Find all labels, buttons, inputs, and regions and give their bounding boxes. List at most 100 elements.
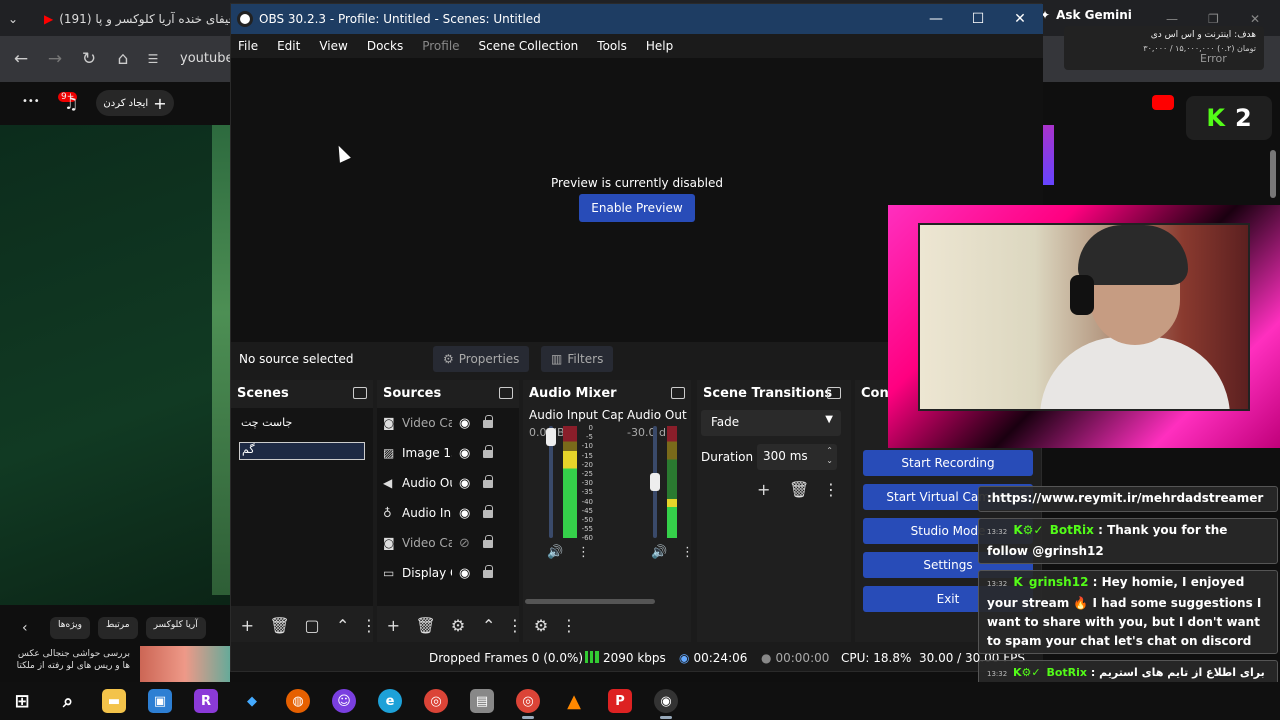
scene-more-icon[interactable]: ⋮	[361, 615, 377, 635]
eye-icon[interactable]: ◉	[459, 446, 470, 461]
tab-list-icon[interactable]: ⌄	[8, 6, 30, 32]
chrome-icon[interactable]: ◎	[424, 689, 448, 713]
obs-title-bar[interactable]: OBS 30.2.3 - Profile: Untitled - Scenes:…	[231, 4, 1043, 34]
sources-popout-icon[interactable]	[499, 387, 513, 399]
file-explorer-icon[interactable]: ▬	[102, 689, 126, 713]
bell-icon[interactable]: ♫	[64, 94, 78, 113]
video-thumbnail[interactable]	[140, 646, 230, 682]
move-up-icon[interactable]: ⌃	[334, 615, 351, 635]
transition-select[interactable]: Fade ▼	[701, 410, 841, 436]
add-transition-icon[interactable]: +	[757, 480, 770, 499]
mixer-scrollbar[interactable]	[525, 599, 655, 604]
filters-button[interactable]: ▥ Filters	[541, 346, 614, 372]
edge-icon[interactable]: e	[378, 689, 402, 713]
eye-icon[interactable]: ◉	[459, 566, 470, 581]
properties-button[interactable]: ⚙ Properties	[433, 346, 530, 372]
scenes-popout-icon[interactable]	[353, 387, 367, 399]
source-row[interactable]: ◀ Audio Ou ◉	[383, 472, 505, 494]
browser-tab-youtube[interactable]: ▶ (191) فیفای خنده آریا کلوکسر و پا...	[44, 6, 230, 32]
fader-knob-input[interactable]	[546, 428, 556, 446]
source-row[interactable]: ◙ Video Ca ◉	[383, 412, 505, 434]
source-settings-icon[interactable]: ⚙	[450, 615, 467, 635]
youtube-logo-icon[interactable]	[1152, 95, 1174, 110]
lock-icon[interactable]	[483, 415, 493, 428]
ask-gemini-button[interactable]: ✦ Ask Gemini	[1040, 8, 1132, 22]
menu-scene-collection[interactable]: Scene Collection	[479, 39, 579, 53]
eye-icon[interactable]: ◉	[459, 506, 470, 521]
window-icon[interactable]: ▤	[470, 689, 494, 713]
home-icon[interactable]: ⌂	[110, 46, 136, 72]
source-more-icon[interactable]: ⋮	[507, 615, 523, 635]
eye-icon[interactable]: ◉	[459, 416, 470, 431]
mixer-more-icon[interactable]: ⋮	[561, 615, 577, 635]
lock-icon[interactable]	[483, 565, 493, 578]
discord-icon[interactable]: ☺	[332, 689, 356, 713]
scene-item-selected[interactable]: گم	[239, 442, 365, 460]
menu-dots-icon[interactable]: •••	[22, 96, 40, 107]
app-icon[interactable]: ◆	[240, 689, 264, 713]
menu-edit[interactable]: Edit	[277, 39, 300, 53]
menu-file[interactable]: File	[238, 39, 258, 53]
channel-menu-icon[interactable]: ⋮	[681, 545, 694, 560]
duration-input[interactable]: 300 ms ⌃ ⌄	[757, 444, 837, 470]
remove-transition-icon[interactable]: 🗑	[789, 480, 809, 499]
create-button[interactable]: ایجاد کردن +	[96, 90, 174, 116]
chip-featured[interactable]: ویژه‌ها	[50, 617, 91, 639]
address-bar[interactable]: youtube	[180, 51, 233, 66]
search-icon[interactable]: ⌕	[56, 689, 80, 713]
lock-icon[interactable]	[483, 535, 493, 548]
source-row[interactable]: ▭ Display C ◉	[383, 562, 505, 584]
channel-menu-icon[interactable]: ⋮	[577, 545, 590, 560]
source-row[interactable]: ♁ Audio In ◉	[383, 502, 505, 524]
speaker-icon[interactable]: 🔊	[547, 545, 563, 560]
spinner-icon[interactable]: ⌃ ⌄	[826, 446, 833, 466]
maximize-icon[interactable]: ☐	[957, 4, 999, 34]
vlc-icon[interactable]: ▲	[562, 689, 586, 713]
fader-knob-output[interactable]	[650, 473, 660, 491]
site-info-icon[interactable]: ☰	[146, 46, 160, 72]
mixer-settings-icon[interactable]: ⚙	[531, 615, 551, 635]
menu-profile[interactable]: Profile	[422, 39, 459, 53]
source-row[interactable]: ▨ Image 13 ◉	[383, 442, 505, 464]
start-recording-button[interactable]: Start Recording	[863, 450, 1033, 476]
lock-icon[interactable]	[483, 445, 493, 458]
chip-related[interactable]: مرتبط	[98, 617, 138, 639]
transitions-popout-icon[interactable]	[827, 387, 841, 399]
chip-aria[interactable]: آریا کلوکسر	[145, 617, 206, 639]
menu-tools[interactable]: Tools	[597, 39, 627, 53]
lock-icon[interactable]	[483, 475, 493, 488]
chevron-left-icon[interactable]: ‹	[22, 620, 28, 636]
speaker-icon[interactable]: 🔊	[651, 545, 667, 560]
eye-hidden-icon[interactable]: ⊘	[459, 536, 470, 551]
start-menu-icon[interactable]: ⊞	[10, 689, 34, 713]
page-scrollbar[interactable]	[1270, 150, 1276, 198]
scene-item[interactable]: جاست چت	[239, 416, 365, 434]
minimize-icon[interactable]: —	[915, 4, 957, 34]
source-up-icon[interactable]: ⌃	[480, 615, 497, 635]
lock-icon[interactable]	[483, 505, 493, 518]
enable-preview-button[interactable]: Enable Preview	[579, 194, 695, 222]
add-source-icon[interactable]: +	[385, 615, 402, 635]
eye-icon[interactable]: ◉	[459, 476, 470, 491]
add-scene-icon[interactable]: +	[239, 615, 256, 635]
forward-arrow-icon[interactable]: →	[42, 46, 68, 72]
menu-docks[interactable]: Docks	[367, 39, 403, 53]
remove-source-icon[interactable]: 🗑	[416, 615, 436, 635]
firefox-icon[interactable]: ◍	[286, 689, 310, 713]
close-icon[interactable]: ✕	[999, 4, 1041, 34]
menu-help[interactable]: Help	[646, 39, 673, 53]
remove-scene-icon[interactable]: 🗑	[270, 615, 290, 635]
chrome-active-icon[interactable]: ◎	[516, 689, 540, 713]
transition-more-icon[interactable]: ⋮	[823, 480, 839, 499]
obs-taskbar-icon[interactable]: ◉	[654, 689, 678, 713]
menu-view[interactable]: View	[319, 39, 347, 53]
reload-icon[interactable]: ↻	[76, 46, 102, 72]
store-icon[interactable]: ▣	[148, 689, 172, 713]
back-arrow-icon[interactable]: ←	[8, 46, 34, 72]
scene-filter-icon[interactable]: ▢	[304, 615, 321, 635]
video-caption[interactable]: بررسی حواشی جنجالی عکس ها و ریس های لو ر…	[10, 648, 130, 672]
source-row[interactable]: ◙ Video Ca ⊘	[383, 532, 505, 554]
powerpoint-icon[interactable]: P	[608, 689, 632, 713]
mixer-popout-icon[interactable]	[671, 387, 685, 399]
rider-icon[interactable]: R	[194, 689, 218, 713]
